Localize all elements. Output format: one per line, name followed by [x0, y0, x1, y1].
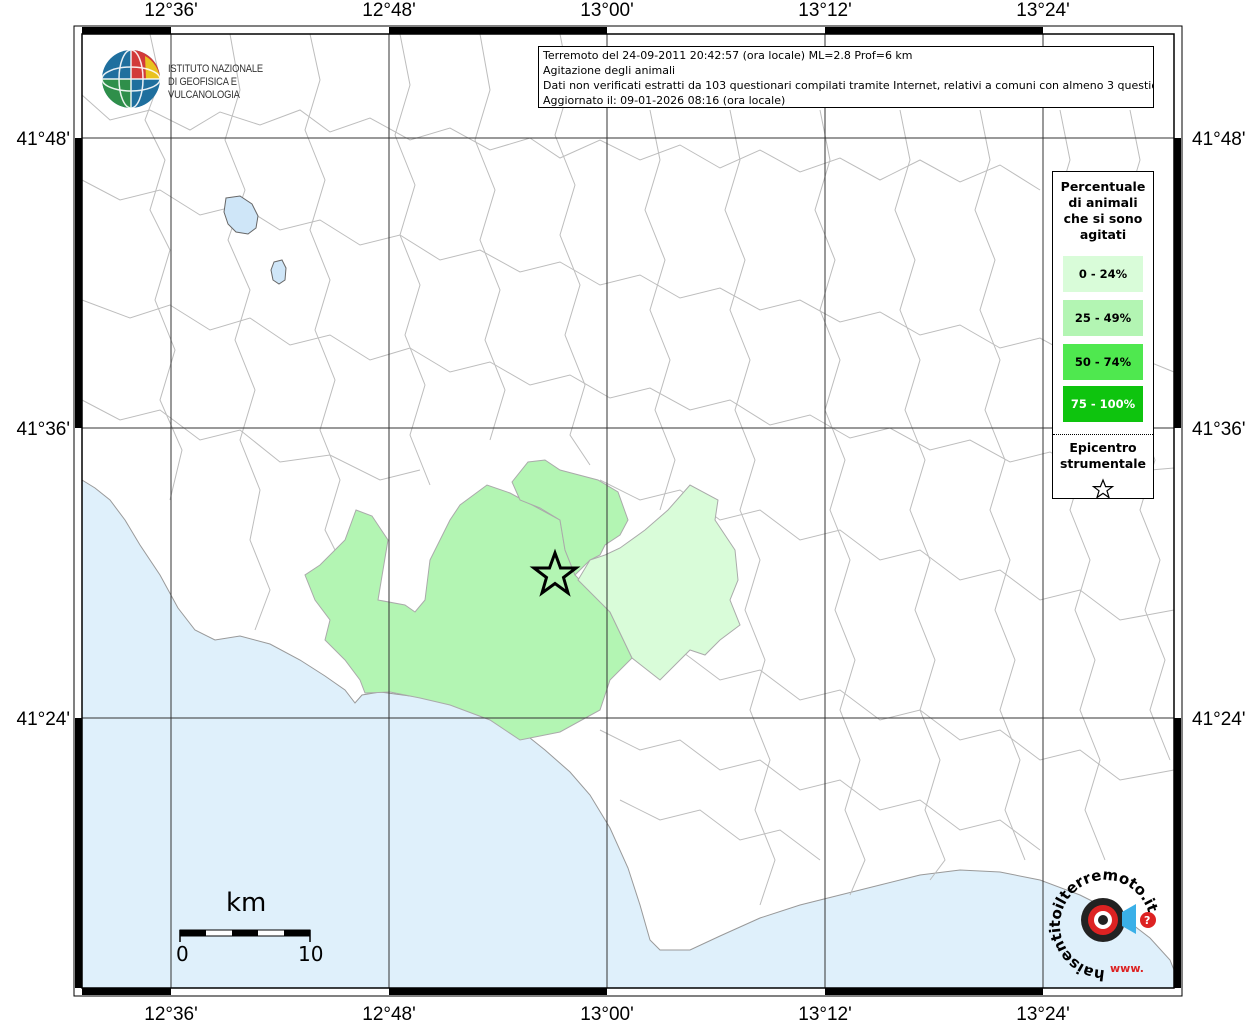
legend-epicenter-label: Epicentro strumentale	[1053, 440, 1153, 472]
ingv-logo: ISTITUTO NAZIONALE DI GEOFISICA E VULCAN…	[100, 48, 320, 110]
ingv-logo-line1: ISTITUTO NAZIONALE	[168, 63, 263, 75]
scale-unit: km	[226, 888, 267, 918]
legend-title-line1: Percentuale	[1060, 179, 1146, 194]
event-title: Terremoto del 24-09-2011 20:42:57 (ora l…	[543, 49, 913, 62]
legend-title-line2: di animali	[1068, 195, 1138, 210]
legend-separator	[1053, 434, 1153, 435]
legend-box: Percentuale di animali che si sono agita…	[1052, 171, 1154, 499]
lon-label-bottom-1: 12°36'	[144, 1004, 198, 1024]
lat-label-left-3: 41°24'	[17, 709, 71, 730]
haisentito-logo: haisentitoilterremoto.it ? www.	[1046, 866, 1162, 985]
ingv-logo-line2: DI GEOFISICA E VULCANOLOGIA	[168, 76, 240, 101]
lon-label-top-1: 12°36'	[144, 0, 198, 21]
legend-star-icon	[1091, 478, 1115, 499]
update-time: Aggiornato il: 09-01-2026 08:16 (ora loc…	[543, 94, 786, 107]
legend-title: Percentuale di animali che si sono agita…	[1053, 179, 1153, 243]
svg-text:?: ?	[1144, 914, 1150, 927]
scale-bar: km 0 10	[176, 888, 328, 973]
legend-class-50-74: 50 - 74%	[1063, 344, 1143, 380]
lon-label-top-3: 13°00'	[580, 0, 634, 21]
haisentito-www: www.	[1110, 962, 1144, 975]
data-note: Dati non verificati estratti da 103 ques…	[543, 79, 1154, 92]
lon-label-bottom-5: 13°24'	[1016, 1004, 1070, 1024]
lat-label-right-2: 41°36'	[1192, 419, 1246, 440]
lon-label-top-2: 12°48'	[362, 0, 416, 21]
event-info-box: Terremoto del 24-09-2011 20:42:57 (ora l…	[538, 46, 1154, 108]
lon-label-bottom-4: 13°12'	[798, 1004, 852, 1024]
lat-label-left-1: 41°48'	[17, 129, 71, 150]
lon-label-bottom-2: 12°48'	[362, 1004, 416, 1024]
lon-label-top-4: 13°12'	[798, 0, 852, 21]
lon-label-bottom-3: 13°00'	[580, 1004, 634, 1024]
lake-nemi	[270, 259, 287, 285]
map-subject: Agitazione degli animali	[543, 64, 676, 77]
legend-title-line3: che si sono	[1063, 211, 1143, 226]
lat-label-right-3: 41°24'	[1192, 709, 1246, 730]
legend-class-0-24: 0 - 24%	[1063, 256, 1143, 292]
scale-tick-start: 0	[176, 942, 189, 966]
legend-epicenter-line2: strumentale	[1059, 456, 1147, 471]
scale-bar-graphic	[179, 929, 311, 942]
legend-class-25-49: 25 - 49%	[1063, 300, 1143, 336]
legend-title-line4: agitati	[1079, 227, 1127, 242]
legend-epicenter-line1: Epicentro	[1069, 440, 1137, 455]
lat-label-right-1: 41°48'	[1192, 129, 1246, 150]
lat-label-left-2: 41°36'	[17, 419, 71, 440]
globe-icon	[101, 49, 161, 109]
ingv-logo-text: ISTITUTO NAZIONALE DI GEOFISICA E VULCAN…	[168, 63, 297, 102]
scale-tick-end: 10	[298, 942, 324, 966]
lon-label-top-5: 13°24'	[1016, 0, 1070, 21]
legend-class-75-100: 75 - 100%	[1063, 386, 1143, 422]
